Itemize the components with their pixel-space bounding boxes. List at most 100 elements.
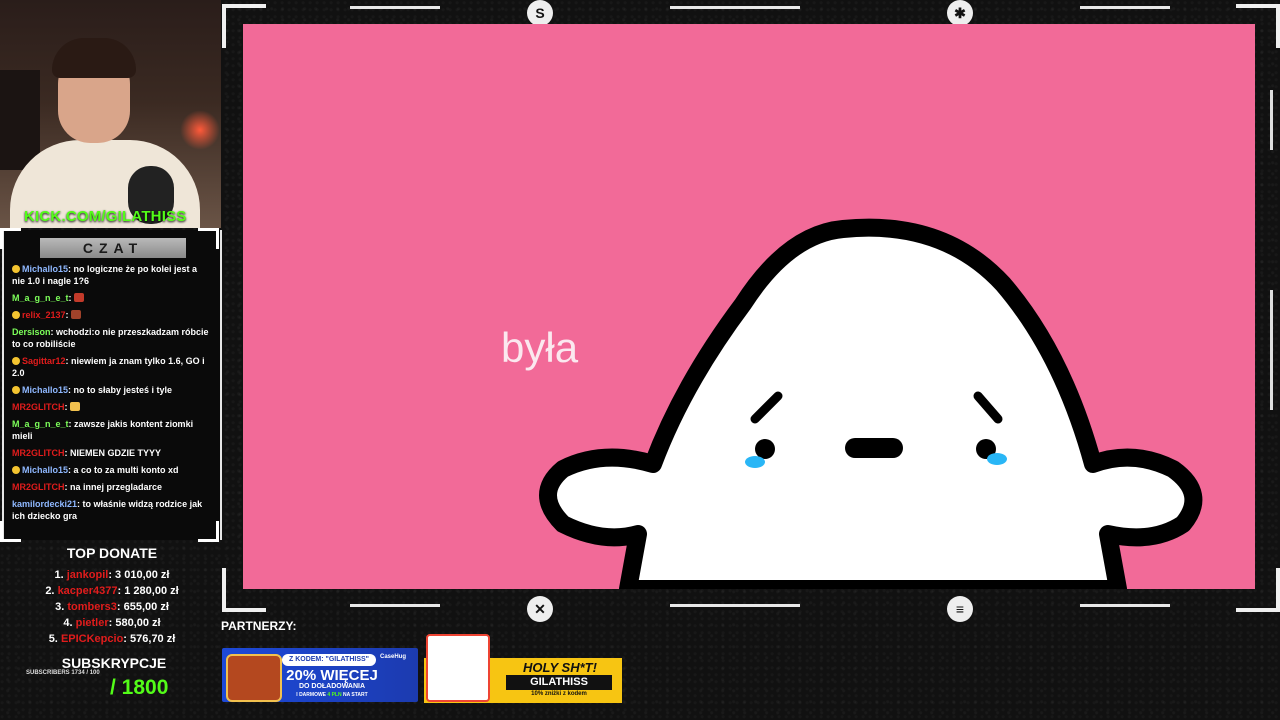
subs-small-text: SUBSCRIBERS 1734 / 100 (26, 670, 100, 676)
chat-corner-tr (198, 228, 219, 249)
chat-username: Dersison (12, 327, 51, 337)
frame-side-line (1270, 290, 1273, 410)
donate-name: pietler (75, 617, 109, 629)
donate-entry: 1. jankopil: 3 010,00 zł (54, 569, 170, 581)
casehug-banner[interactable]: Z KODEM: "GILATHISS" CaseHug 20% WIĘCEJ … (222, 648, 418, 702)
chat-username: Michallo15 (22, 465, 69, 475)
chat-text: no to słaby jesteś i tyle (73, 385, 173, 395)
donate-rank: 3. (55, 601, 65, 613)
frame-side-line (1270, 90, 1273, 150)
stripe-logo-icon: ≡ (947, 596, 973, 622)
banner2-code: GILATHISS (506, 675, 612, 690)
banner2-sub: 10% zniżki z kodem (531, 691, 587, 697)
hatch-logo-icon: ✕ (527, 596, 553, 622)
chest-icon (226, 654, 282, 702)
chat-message: Sagittar12: niewiem ja znam tylko 1.6, G… (12, 355, 212, 379)
emote-icon (71, 310, 82, 319)
frame-line (350, 6, 440, 9)
donate-entry: 3. tombers3: 655,00 zł (55, 601, 169, 613)
chat-username: relix_2137 (22, 310, 66, 320)
sponsor-logo-icon: S (527, 0, 553, 26)
banner1-brand: CaseHug (380, 654, 407, 660)
chat-title: CZAT (40, 238, 186, 258)
chat-text: a co to za multi konto xd (73, 465, 179, 475)
badge-icon (12, 466, 20, 474)
donate-amount: 576,70 zł (130, 633, 176, 645)
chat-username: MR2GLITCH (12, 402, 65, 412)
chat-panel: CZAT Michallo15: no logiczne że po kolei… (2, 230, 222, 540)
frame-line (1080, 604, 1170, 607)
ghost-character (539, 218, 1203, 589)
chat-message: kamilordecki21: to właśnie widzą rodzice… (12, 498, 212, 522)
chat-username: MR2GLITCH (12, 482, 65, 492)
chat-message: Michallo15: a co to za multi konto xd (12, 464, 212, 476)
chat-message: Michallo15: no to słaby jesteś i tyle (12, 384, 212, 396)
webcam-feed: KICK.COM/GILATHISS (0, 0, 221, 228)
chat-username: M_a_g_n_e_t (12, 293, 69, 303)
chat-message: M_a_g_n_e_t: (12, 292, 212, 304)
donate-amount: 580,00 zł (115, 617, 161, 629)
chat-username: kamilordecki21 (12, 499, 78, 509)
badge-icon (12, 357, 20, 365)
chat-message: MR2GLITCH: na innej przegladarce (12, 481, 212, 493)
chat-username: Sagittar12 (22, 356, 66, 366)
frame-line (670, 6, 800, 9)
chat-corner-bl (0, 521, 21, 542)
webcam-light (180, 110, 220, 150)
top-donate-title: TOP DONATE (66, 545, 158, 561)
badge-icon (12, 311, 20, 319)
donate-entry: 4. pietler: 580,00 zł (63, 617, 161, 629)
partners-label: PARTNERZY: (221, 619, 297, 633)
kick-url-prefix: KICK.COM/ (24, 208, 106, 225)
donate-name: EPICKepcio (60, 633, 124, 645)
donate-rank: 1. (54, 569, 64, 581)
subs-goal: / 1800 (110, 676, 169, 699)
chat-corner-tl (0, 228, 21, 249)
crosshair-logo-icon: ✱ (947, 0, 973, 26)
donate-name: jankopil (66, 569, 109, 581)
banner1-code: Z KODEM: "GILATHISS" (282, 654, 376, 666)
chat-message: MR2GLITCH: (12, 401, 212, 413)
emote-icon (70, 402, 80, 411)
donate-rank: 4. (63, 617, 73, 629)
frame-line (350, 604, 440, 607)
badge-icon (12, 386, 20, 394)
frame-line (670, 604, 800, 607)
donate-rank: 2. (45, 585, 55, 597)
video-stage: była (243, 24, 1255, 589)
chat-message: MR2GLITCH: NIEMEN GDZIE TYYY (12, 447, 212, 459)
donate-amount: 655,00 zł (123, 601, 169, 613)
donate-amount: 1 280,00 zł (124, 585, 179, 597)
chat-message: M_a_g_n_e_t: zawsze jakis kontent ziomki… (12, 418, 212, 442)
kick-url-handle: GILATHISS (105, 208, 187, 225)
top-donate-list: 1. jankopil: 3 010,00 zł 2. kacper4377: 1… (0, 567, 224, 647)
badge-icon (12, 265, 20, 273)
banner1-headline: 20% WIĘCEJ (286, 667, 378, 684)
chat-username: Michallo15 (22, 264, 69, 274)
chat-message: relix_2137: (12, 309, 212, 321)
banner1-foot-highlight: 4 PLN (327, 692, 342, 698)
donate-amount: 3 010,00 zł (115, 569, 170, 581)
product-box-icon (426, 634, 490, 702)
banner1-subline: DO DOŁADOWANIA (298, 683, 366, 690)
webcam-streamer-hair (52, 38, 136, 78)
donate-name: kacper4377 (57, 585, 118, 597)
subs-title: SUBSKRYPCJE (61, 655, 167, 671)
donate-entry: 5. EPICKepcio: 576,70 zł (48, 633, 176, 645)
kick-url: KICK.COM/GILATHISS (24, 208, 187, 225)
chat-text: na innej przegladarce (70, 482, 163, 492)
chat-username: MR2GLITCH (12, 448, 65, 458)
donate-entry: 2. kacper4377: 1 280,00 zł (45, 585, 179, 597)
chat-message: Michallo15: no logiczne że po kolei jest… (12, 263, 212, 287)
donate-name: tombers3 (67, 601, 117, 613)
chat-username: M_a_g_n_e_t (12, 419, 69, 429)
banner1-foot-b: NA START (341, 692, 368, 698)
chat-text: NIEMEN GDZIE TYYY (70, 448, 162, 458)
donate-rank: 5. (48, 633, 58, 645)
chat-message: Dersison: wchodzi:o nie przeszkadzam rób… (12, 326, 212, 350)
banner1-footer: I DARMOWE 4 PLN NA START (282, 692, 382, 698)
holy-banner[interactable]: HOLY SH*T! GILATHISS 10% zniżki z kodem (424, 634, 622, 703)
chat-username: Michallo15 (22, 385, 69, 395)
banner2-title: HOLY SH*T! (523, 660, 597, 675)
banner1-foot-a: I DARMOWE (296, 692, 328, 698)
